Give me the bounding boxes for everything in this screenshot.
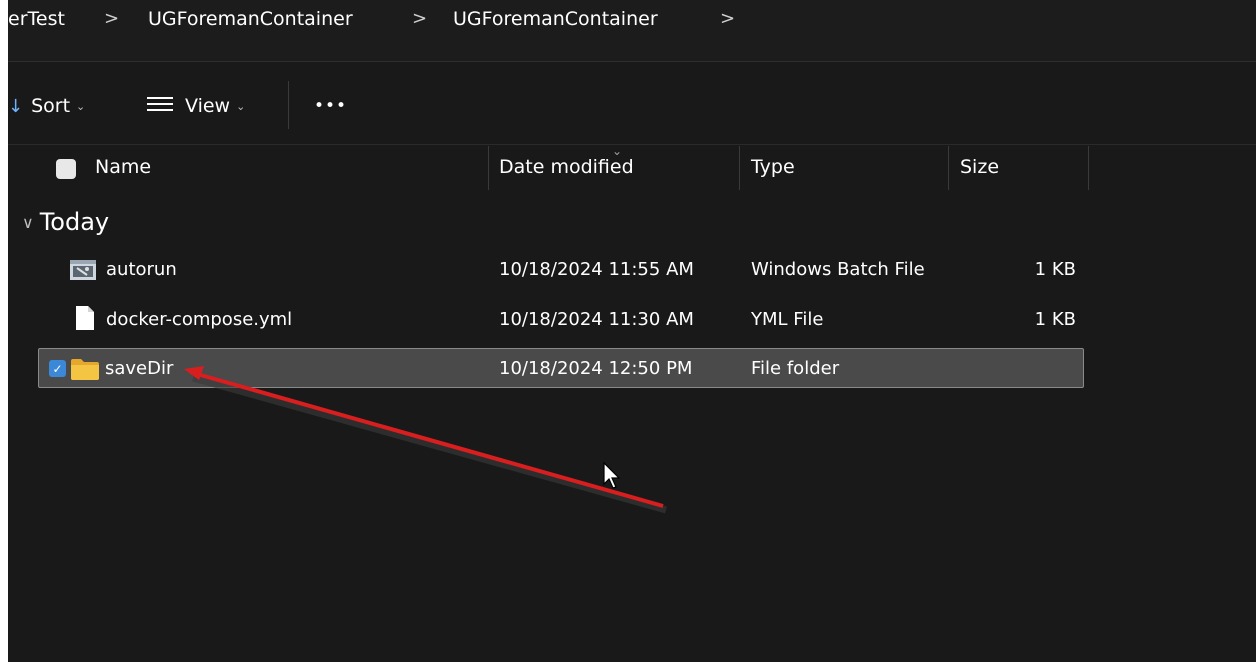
file-date-modified: 10/18/2024 12:50 PM [499, 358, 693, 379]
file-size: 1 KB [1034, 309, 1076, 330]
command-bar: ↓ Sort ⌄ View ⌄ ••• [8, 63, 1256, 145]
file-type: YML File [751, 309, 824, 330]
column-header-name[interactable]: Name [95, 156, 151, 178]
file-name: saveDir [105, 358, 174, 379]
file-type: Windows Batch File [751, 259, 925, 280]
file-explorer-window: erTest > UGForemanContainer > UGForemanC… [8, 0, 1256, 662]
view-button[interactable]: View ⌄ [147, 93, 245, 119]
file-name: autorun [106, 259, 177, 280]
file-date-modified: 10/18/2024 11:30 AM [499, 309, 694, 330]
file-date-modified: 10/18/2024 11:55 AM [499, 259, 694, 280]
file-row[interactable]: autorun 10/18/2024 11:55 AM Windows Batc… [38, 250, 1084, 290]
sort-button[interactable]: ↓ Sort ⌄ [8, 93, 85, 119]
row-checkbox-checked[interactable]: ✓ [49, 360, 66, 377]
file-size: 1 KB [1034, 259, 1076, 280]
folder-icon [71, 358, 99, 384]
view-label: View [185, 95, 231, 117]
chevron-down-icon: ∨ [22, 212, 34, 232]
group-label: Today [39, 208, 110, 236]
breadcrumb: erTest > UGForemanContainer > UGForemanC… [8, 0, 1256, 62]
breadcrumb-item-ugforemancontainer-1[interactable]: UGForemanContainer [148, 8, 353, 30]
breadcrumb-separator[interactable]: > [412, 8, 427, 29]
column-separator[interactable] [1088, 146, 1089, 190]
select-all-checkbox[interactable] [56, 159, 76, 179]
column-separator[interactable] [739, 146, 740, 190]
batch-file-icon [70, 260, 96, 284]
column-separator[interactable] [948, 146, 949, 190]
column-separator[interactable] [488, 146, 489, 190]
column-header-type[interactable]: Type [751, 156, 795, 178]
checkmark-icon: ✓ [52, 361, 63, 376]
chevron-down-icon: ⌄ [236, 99, 246, 113]
toolbar-divider [288, 81, 289, 129]
breadcrumb-separator[interactable]: > [104, 8, 119, 29]
breadcrumb-item-ertest[interactable]: erTest [8, 8, 65, 30]
breadcrumb-item-ugforemancontainer-2[interactable]: UGForemanContainer [453, 8, 658, 30]
column-header-size[interactable]: Size [960, 156, 999, 178]
column-header-row: Name ⌄ Date modified Type Size [8, 144, 1256, 190]
mouse-cursor-icon [603, 461, 621, 489]
list-view-icon [147, 95, 173, 117]
group-header-today[interactable]: ∨ Today [22, 206, 109, 238]
chevron-down-icon: ⌄ [76, 99, 86, 113]
file-type: File folder [751, 358, 840, 379]
file-row[interactable]: docker-compose.yml 10/18/2024 11:30 AM Y… [38, 300, 1084, 340]
more-options-button[interactable]: ••• [314, 93, 347, 119]
file-name: docker-compose.yml [106, 309, 293, 330]
column-header-date-modified[interactable]: Date modified [499, 156, 634, 178]
sort-label: Sort [31, 95, 71, 117]
document-icon [76, 306, 94, 334]
sort-arrow-icon: ↓ [8, 95, 24, 117]
file-row-selected[interactable]: ✓ saveDir 10/18/2024 12:50 PM File folde… [38, 348, 1084, 388]
breadcrumb-separator[interactable]: > [720, 8, 735, 29]
